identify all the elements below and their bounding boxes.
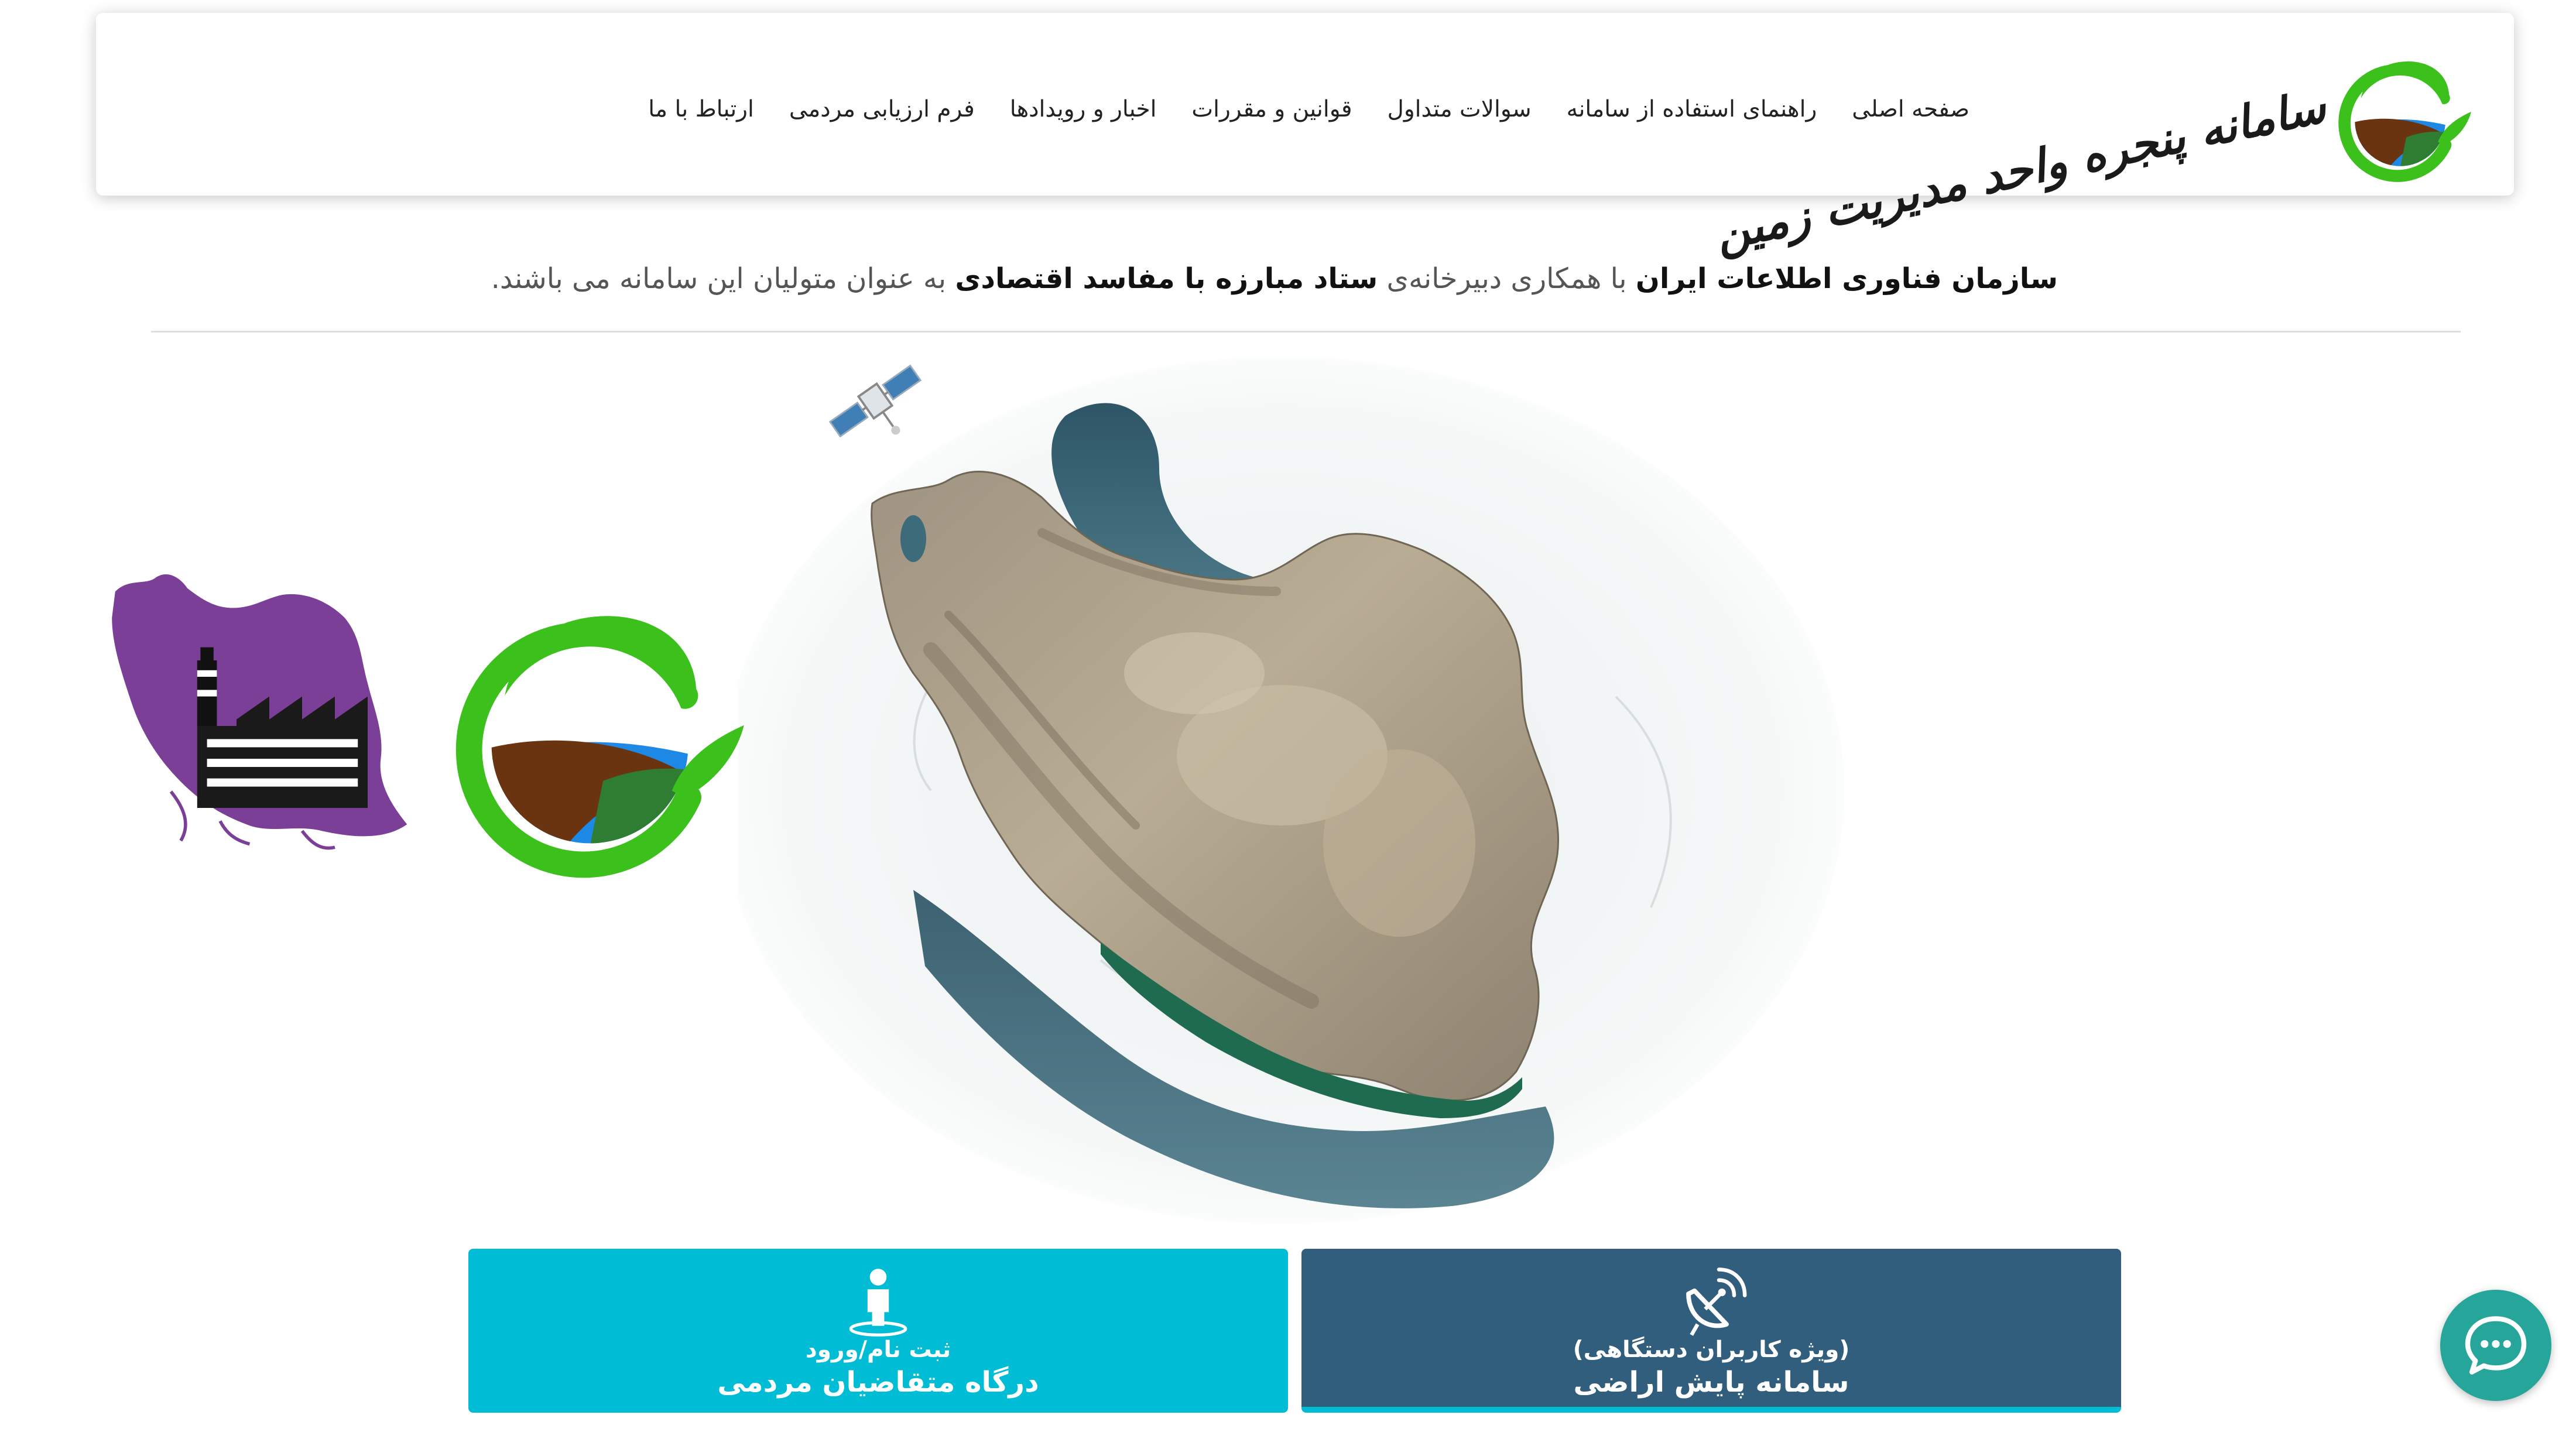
citizen-portal-sub: ثبت نام/ورود: [805, 1337, 951, 1363]
satellite-icon: [828, 364, 922, 438]
citizen-portal-title: درگاه متقاضیان مردمی: [717, 1366, 1039, 1399]
land-monitoring-title: سامانه پایش اراضی: [1573, 1366, 1849, 1399]
site-header: سامانه پنجره واحد مدیریت زمین صفحه اصلی …: [96, 13, 2514, 261]
leaf-field-logo-icon: [455, 616, 744, 878]
nav-contact[interactable]: ارتباط با ما: [648, 96, 754, 122]
nav-home[interactable]: صفحه اصلی: [1852, 96, 1969, 122]
iran-factory-icon: [112, 574, 407, 850]
intro-text: سازمان فناوری اطلاعات ایران با همکاری دب…: [491, 262, 2058, 295]
chat-button[interactable]: [2440, 1290, 2551, 1401]
chat-bubble-icon: [2465, 1316, 2527, 1375]
intro-org: سازمان فناوری اطلاعات ایران: [1635, 262, 2058, 295]
nav-laws[interactable]: قوانین و مقررات: [1191, 96, 1352, 122]
intro-with: با همکاری دبیرخانه‌ی: [1378, 262, 1636, 295]
satellite-dish-icon: [1686, 1268, 1747, 1336]
intro-tail: به عنوان متولیان این سامانه می باشند.: [491, 262, 955, 295]
nav-news[interactable]: اخبار و رویدادها: [1010, 96, 1157, 122]
land-monitoring-sub: (ویژه کاربران دستگاهی): [1573, 1337, 1850, 1363]
citizen-portal-button[interactable]: ثبت نام/ورود درگاه متقاضیان مردمی: [468, 1249, 1288, 1413]
person-location-icon: [849, 1269, 907, 1337]
divider: [151, 331, 2461, 333]
brand[interactable]: سامانه پنجره واحد مدیریت زمین: [1711, 33, 2482, 261]
nav-guide[interactable]: راهنمای استفاده از سامانه: [1567, 96, 1817, 122]
land-monitoring-button[interactable]: (ویژه کاربران دستگاهی) سامانه پایش اراضی: [1301, 1249, 2121, 1413]
main-nav: صفحه اصلی راهنمای استفاده از سامانه سوال…: [648, 96, 1969, 122]
nav-evaluation-form[interactable]: فرم ارزیابی مردمی: [789, 96, 975, 122]
nav-faq[interactable]: سوالات متداول: [1388, 96, 1532, 122]
intro-hq: ستاد مبارزه با مفاسد اقتصادی: [955, 262, 1378, 295]
page: سامانه پنجره واحد مدیریت زمین صفحه اصلی …: [0, 0, 2576, 1449]
leaf-field-logo-icon: [2338, 61, 2471, 182]
iran-satellite-map-icon: [738, 357, 1844, 1224]
